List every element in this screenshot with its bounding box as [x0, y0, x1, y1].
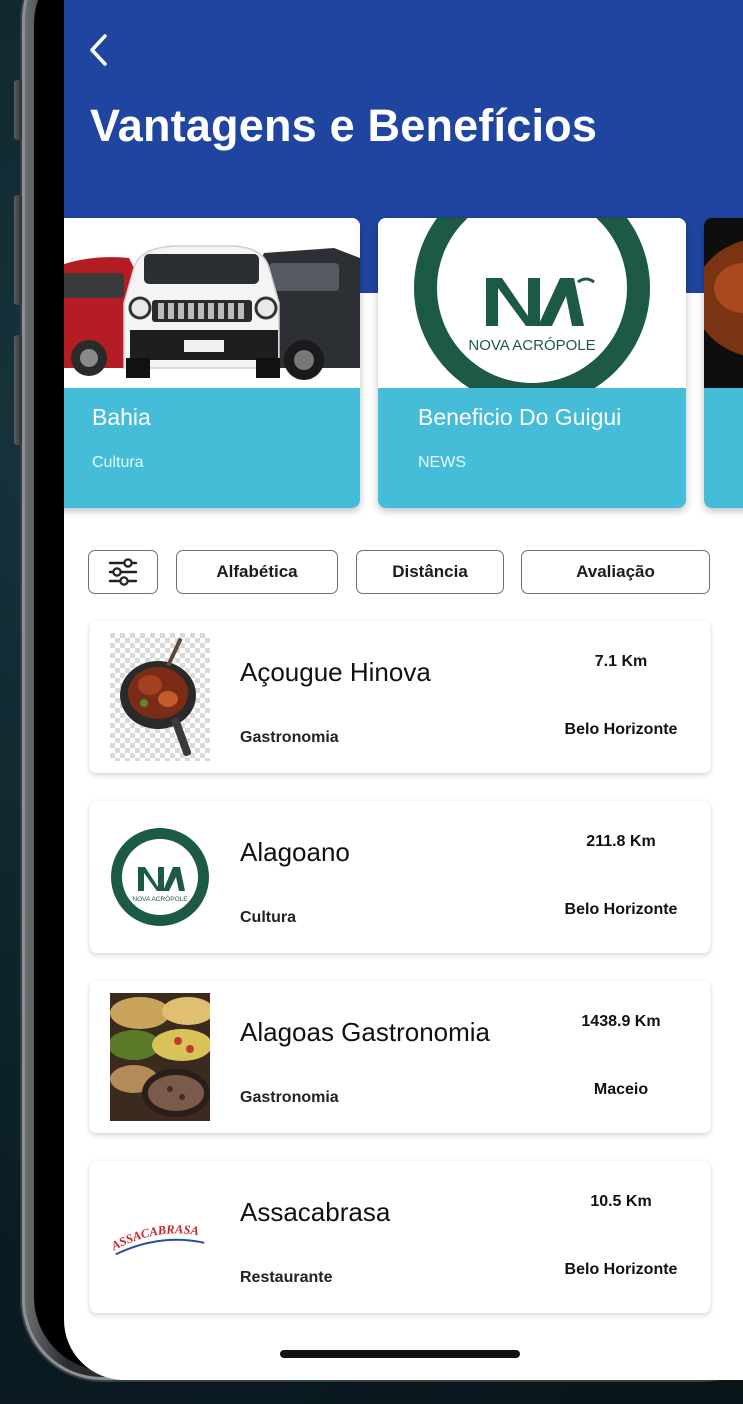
card-title: Beneficio Do Guigui	[418, 404, 622, 430]
list-item[interactable]: Açougue Hinova Gastronomia 7.1 Km Belo H…	[90, 621, 710, 773]
carousel-card[interactable]: NOVA ACRÓPOLE Beneficio Do Guigui NEWS	[378, 218, 686, 508]
item-category: Gastronomia	[240, 1089, 339, 1106]
item-city: Belo Horizonte	[564, 1261, 678, 1278]
back-button[interactable]	[78, 30, 118, 70]
item-category: Gastronomia	[240, 729, 339, 746]
item-city: Belo Horizonte	[564, 901, 678, 918]
item-distance: 1438.9 Km	[581, 1013, 661, 1030]
item-thumbnail: ASSACABRASA	[110, 1173, 210, 1301]
assacabrasa-logo-icon: ASSACABRASA	[110, 1222, 205, 1256]
volume-up-button	[14, 195, 22, 305]
item-distance: 7.1 Km	[594, 653, 648, 670]
item-name: Assacabrasa	[240, 1197, 391, 1227]
sort-rating-button[interactable]: Avaliação	[521, 550, 710, 594]
card-image-cars	[64, 218, 360, 388]
card-footer: Beneficio Do Guigui NEWS	[378, 388, 686, 508]
item-city: Belo Horizonte	[564, 721, 678, 738]
list-item[interactable]: Alagoas Gastronomia Gastronomia 1438.9 K…	[90, 981, 710, 1133]
card-subtitle: Cultura	[92, 454, 144, 471]
cars-image	[64, 218, 360, 388]
item-city: Maceio	[593, 1081, 649, 1098]
card-title: Bahia	[92, 404, 151, 430]
food-image	[704, 218, 743, 388]
item-name: Alagoano	[240, 837, 350, 867]
badge-text: NOVA ACRÓPOLE	[132, 894, 188, 903]
volume-down-button	[14, 335, 22, 445]
page-title: Vantagens e Benefícios	[90, 100, 598, 151]
nova-acropole-logo-icon: NOVA ACRÓPOLE	[378, 218, 686, 388]
item-category: Cultura	[240, 909, 296, 926]
card-image-food	[704, 218, 743, 388]
card-subtitle: NEWS	[418, 454, 466, 471]
app-stage: Vantagens e Benefícios Bahia Cultura NOV…	[0, 0, 743, 1404]
mute-switch	[14, 80, 22, 140]
carousel-card[interactable]	[704, 218, 743, 508]
nova-acropole-badge-icon: NOVA ACRÓPOLE	[111, 828, 209, 926]
item-category: Restaurante	[240, 1269, 333, 1286]
item-name: Alagoas Gastronomia	[240, 1017, 491, 1047]
item-distance: 211.8 Km	[586, 833, 656, 850]
item-thumbnail	[110, 633, 210, 761]
meat-pan-image	[110, 633, 210, 761]
filter-settings-button[interactable]	[88, 550, 158, 594]
card-footer: Bahia Cultura	[64, 388, 360, 508]
card-image-nova-acropole: NOVA ACRÓPOLE	[378, 218, 686, 388]
list-item[interactable]: NOVA ACRÓPOLE Alagoano Cultura 211.8 Km …	[90, 801, 710, 953]
sort-alphabetical-button[interactable]: Alfabética	[176, 550, 338, 594]
item-name: Açougue Hinova	[240, 657, 431, 687]
filter-bar: Alfabética Distância Avaliação	[88, 550, 718, 596]
item-distance: 10.5 Km	[590, 1193, 652, 1210]
featured-carousel[interactable]: Bahia Cultura NOVA ACRÓPOLE Beneficio Do…	[64, 218, 743, 508]
carousel-card[interactable]: Bahia Cultura	[64, 218, 360, 508]
sort-distance-button[interactable]: Distância	[356, 550, 504, 594]
card-footer	[704, 388, 743, 508]
sliders-icon	[108, 558, 138, 586]
chevron-left-icon	[90, 34, 107, 66]
item-thumbnail	[110, 993, 210, 1121]
home-indicator[interactable]	[280, 1350, 520, 1358]
logo-text: NOVA ACRÓPOLE	[468, 337, 595, 354]
item-thumbnail: NOVA ACRÓPOLE	[110, 813, 210, 941]
buffet-food-image	[110, 993, 210, 1121]
assacabrasa-logo-text: ASSACABRASA	[110, 1222, 200, 1253]
list-item[interactable]: ASSACABRASA Assacabrasa Restaurante 10.5…	[90, 1161, 710, 1313]
app-screen: Vantagens e Benefícios Bahia Cultura NOV…	[64, 0, 743, 1380]
